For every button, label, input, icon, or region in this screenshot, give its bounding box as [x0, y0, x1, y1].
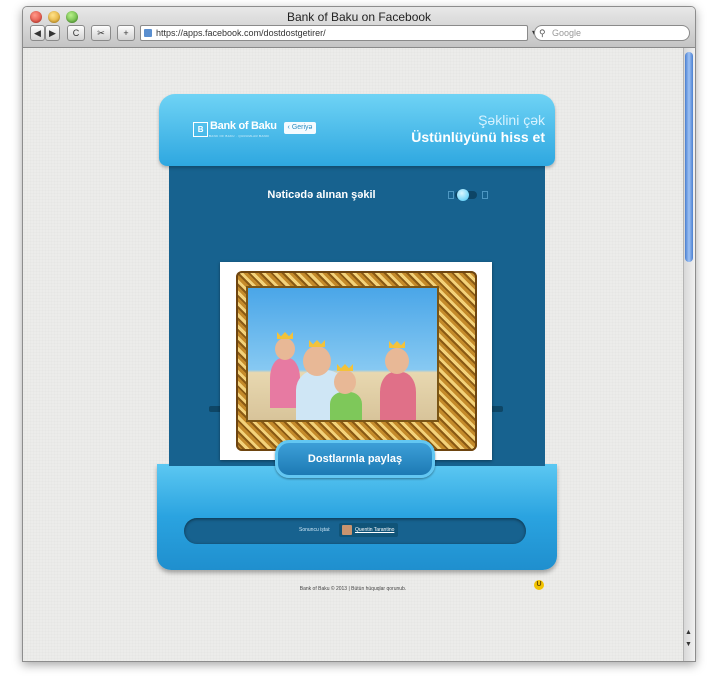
avatar: [342, 525, 352, 535]
search-icon: ⚲: [539, 28, 546, 38]
scroll-down-icon[interactable]: ▼: [685, 641, 692, 648]
card-body: Nəticədə alınan şəkil: [169, 166, 545, 466]
search-field[interactable]: ⚲ Google: [534, 25, 690, 41]
forward-button[interactable]: ▶: [45, 25, 60, 41]
last-participant-bar: Sonuncu iştai: Quentin Tarantino: [184, 518, 526, 544]
share-with-friends-button[interactable]: Dostlarınla paylaş: [275, 440, 435, 478]
last-participant-label: Sonuncu iştai:: [299, 527, 331, 533]
logo-text: Bank of Baku: [210, 120, 277, 132]
title-bar: Bank of Baku on Facebook ◀ ▶ C ✂ + https…: [23, 7, 695, 48]
toggle-left-icon: [448, 191, 454, 199]
scrollbar-thumb[interactable]: [685, 52, 693, 262]
header-subtitle: Şəklini çək: [478, 112, 545, 128]
page-content: Nəticədə alınan şəkil B Bank of Baku BAN…: [23, 48, 683, 661]
app-card: Nəticədə alınan şəkil B Bank of Baku BAN…: [157, 94, 557, 570]
back-button[interactable]: ◀: [30, 25, 45, 41]
view-toggle[interactable]: [455, 189, 477, 201]
card-base: [157, 464, 557, 570]
page-footer: Bank of Baku © 2013 | Bütün hüquqlar qor…: [299, 586, 407, 592]
site-favicon-icon: [144, 29, 152, 37]
last-participant-link[interactable]: Quentin Tarantino: [339, 523, 399, 537]
back-link-button[interactable]: ‹ Geriyə: [284, 122, 316, 134]
family-photo: [246, 286, 439, 422]
card-header: B Bank of Baku BANK OF BAKU · QURUMLAR BA…: [159, 94, 555, 166]
browser-window: Bank of Baku on Facebook ◀ ▶ C ✂ + https…: [22, 6, 696, 662]
url-text: https://apps.facebook.com/dostdostgetire…: [156, 28, 326, 38]
logo-tagline: BANK OF BAKU · QURUMLAR BANKI: [209, 134, 270, 138]
reload-button[interactable]: C: [67, 25, 85, 41]
window-title: Bank of Baku on Facebook: [286, 10, 432, 24]
add-bookmark-button[interactable]: +: [117, 25, 135, 41]
app-badge-icon[interactable]: U: [534, 580, 544, 590]
bank-logo[interactable]: B Bank of Baku BANK OF BAKU · QURUMLAR BA…: [193, 120, 277, 138]
result-label: Nəticədə alınan şəkil: [267, 189, 376, 201]
logo-mark-icon: B: [193, 122, 208, 137]
last-participant-name: Quentin Tarantino: [355, 527, 395, 533]
toggle-right-icon: [482, 191, 488, 199]
header-title: Üstünlüyünü hiss et: [411, 129, 545, 145]
search-placeholder: Google: [552, 28, 582, 38]
scroll-up-icon[interactable]: ▲: [685, 629, 692, 636]
snapback-button[interactable]: ✂: [91, 25, 111, 41]
toggle-knob[interactable]: [457, 189, 469, 201]
result-photo: [220, 262, 492, 460]
address-bar[interactable]: https://apps.facebook.com/dostdostgetire…: [140, 25, 536, 41]
